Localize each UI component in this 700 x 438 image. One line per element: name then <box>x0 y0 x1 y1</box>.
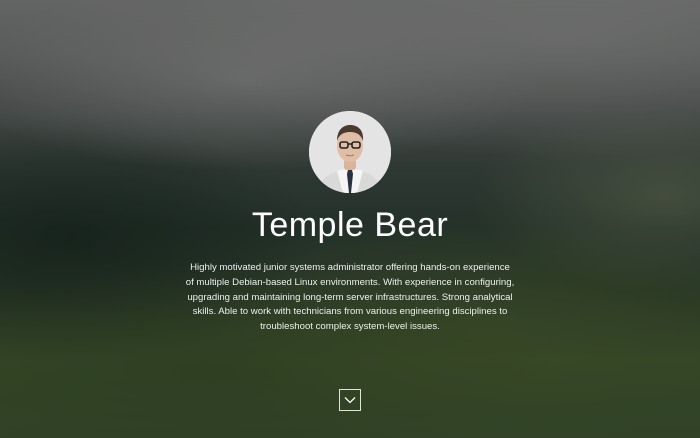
scroll-down-button[interactable] <box>339 389 361 411</box>
hero-content: Temple Bear Highly motivated junior syst… <box>0 111 700 335</box>
chevron-down-icon <box>344 397 356 404</box>
avatar-portrait <box>309 111 391 193</box>
profile-name: Temple Bear <box>251 206 449 244</box>
avatar <box>309 111 391 193</box>
profile-bio: Highly motivated junior systems administ… <box>185 262 515 333</box>
